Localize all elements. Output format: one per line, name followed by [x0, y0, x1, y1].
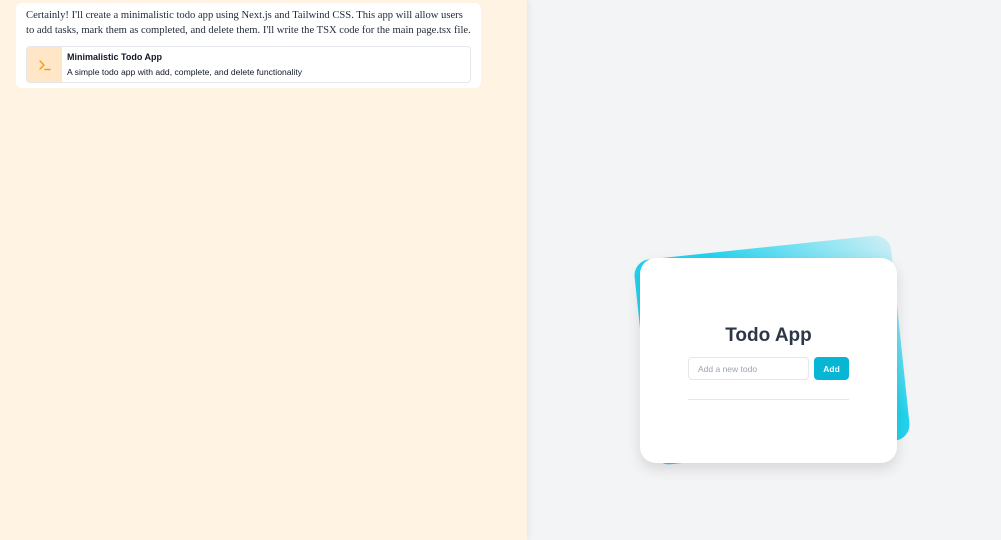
artifact-text: Minimalistic Todo App A simple todo app … — [62, 47, 302, 82]
todo-title: Todo App — [725, 325, 812, 346]
chat-panel: Certainly! I'll create a minimalistic to… — [0, 0, 527, 540]
assistant-message: Certainly! I'll create a minimalistic to… — [16, 3, 481, 88]
app-root: Certainly! I'll create a minimalistic to… — [0, 0, 1001, 540]
artifact-card[interactable]: Minimalistic Todo App A simple todo app … — [26, 46, 471, 83]
artifact-title: Minimalistic Todo App — [67, 52, 162, 62]
terminal-icon — [27, 47, 62, 82]
new-todo-input[interactable] — [688, 357, 809, 380]
todo-list-divider — [688, 399, 849, 400]
add-todo-button[interactable]: Add — [814, 357, 849, 380]
todo-card: Todo App Add — [640, 258, 897, 463]
artifact-description: A simple todo app with add, complete, an… — [67, 67, 303, 77]
preview-panel: Todo App Add — [527, 0, 1001, 540]
message-text: Certainly! I'll create a minimalistic to… — [26, 10, 471, 36]
